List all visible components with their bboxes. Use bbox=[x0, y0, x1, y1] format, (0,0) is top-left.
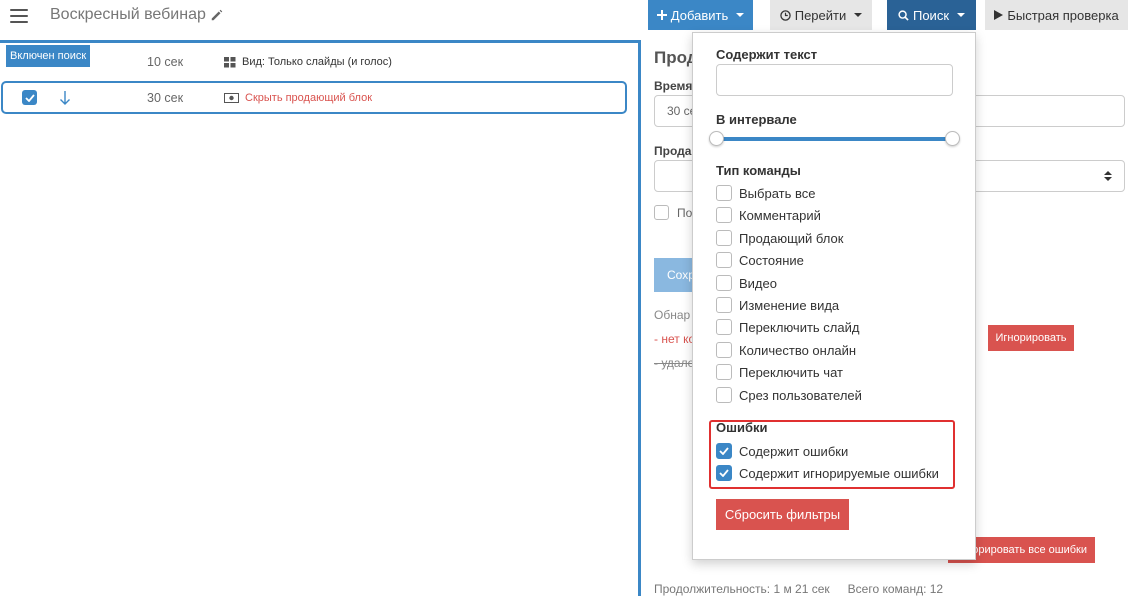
arrow-down-icon[interactable] bbox=[59, 90, 71, 106]
caret-down-icon bbox=[957, 13, 966, 17]
caret-down-icon bbox=[854, 13, 863, 17]
row-command: Скрыть продающий блок bbox=[224, 92, 372, 104]
filter-contains-errors[interactable]: Содержит ошибки bbox=[716, 442, 848, 460]
row-duration: 10 сек bbox=[147, 55, 184, 69]
total-commands-text: Всего команд: 12 bbox=[847, 582, 944, 596]
duration-text: Продолжительность: 1 м 21 сек bbox=[654, 582, 830, 596]
checkbox-checked[interactable] bbox=[716, 465, 732, 481]
filter-sales-block[interactable]: Продающий блок bbox=[716, 229, 843, 247]
filter-contains-ignored-errors[interactable]: Содержит игнорируемые ошибки bbox=[716, 464, 939, 482]
check-icon bbox=[719, 447, 729, 455]
errors-label: Ошибки bbox=[716, 420, 768, 435]
reset-filters-button[interactable]: Сбросить фильтры bbox=[716, 499, 849, 530]
table-row[interactable]: 30 сек Скрыть продающий блок bbox=[1, 81, 627, 114]
row-command: Вид: Только слайды (и голос) bbox=[224, 56, 392, 68]
select-arrows-icon bbox=[1104, 171, 1112, 181]
check-icon bbox=[24, 93, 35, 102]
money-icon bbox=[224, 92, 239, 103]
time-label: Время bbox=[654, 79, 693, 93]
sales-label: Прода bbox=[654, 144, 692, 158]
ignore-button[interactable]: Игнорировать bbox=[988, 325, 1074, 351]
table-row[interactable]: 10 сек Вид: Только слайды (и голос) bbox=[0, 46, 636, 78]
interval-slider[interactable] bbox=[709, 131, 960, 146]
checkbox-checked[interactable] bbox=[716, 443, 732, 459]
slider-start-handle[interactable] bbox=[709, 131, 724, 146]
add-button[interactable]: Добавить bbox=[648, 0, 753, 30]
interval-label: В интервале bbox=[716, 112, 797, 127]
filter-comment[interactable]: Комментарий bbox=[716, 206, 821, 224]
grid-view-icon bbox=[224, 56, 236, 67]
filter-online-count[interactable]: Количество онлайн bbox=[716, 341, 856, 359]
search-icon bbox=[898, 9, 909, 21]
found-text: Обнар bbox=[654, 308, 691, 322]
checkbox[interactable] bbox=[716, 207, 732, 223]
checkbox[interactable] bbox=[716, 297, 732, 313]
contains-text-input[interactable] bbox=[716, 64, 953, 96]
search-button[interactable]: Поиск bbox=[887, 0, 976, 30]
option-checkbox-label: По bbox=[677, 206, 693, 220]
command-list-panel: Включен поиск 10 сек Вид: Только слайды … bbox=[0, 40, 641, 596]
filter-select-all[interactable]: Выбрать все bbox=[716, 184, 815, 202]
contains-text-label: Содержит текст bbox=[716, 47, 818, 62]
goto-button[interactable]: Перейти bbox=[770, 0, 872, 30]
option-checkbox[interactable] bbox=[654, 205, 669, 220]
slider-end-handle[interactable] bbox=[945, 131, 960, 146]
checkbox[interactable] bbox=[716, 252, 732, 268]
filter-video[interactable]: Видео bbox=[716, 274, 777, 292]
checkbox[interactable] bbox=[716, 275, 732, 291]
quick-check-button[interactable]: Быстрая проверка bbox=[985, 0, 1128, 30]
check-icon bbox=[719, 469, 729, 477]
filter-user-slice[interactable]: Срез пользователей bbox=[716, 386, 862, 404]
filter-switch-chat[interactable]: Переключить чат bbox=[716, 363, 843, 381]
page-title[interactable]: Воскресный вебинар bbox=[50, 6, 224, 24]
webinar-title: Воскресный вебинар bbox=[50, 6, 206, 23]
row-checkbox[interactable] bbox=[22, 90, 37, 105]
removed-text: - удале bbox=[654, 356, 695, 370]
checkbox[interactable] bbox=[716, 230, 732, 246]
command-type-label: Тип команды bbox=[716, 163, 801, 178]
row-duration: 30 сек bbox=[147, 90, 184, 105]
plus-icon bbox=[656, 10, 667, 20]
checkbox[interactable] bbox=[716, 364, 732, 380]
filter-switch-slide[interactable]: Переключить слайд bbox=[716, 318, 859, 336]
filter-state[interactable]: Состояние bbox=[716, 251, 804, 269]
clock-icon bbox=[780, 9, 791, 21]
play-icon bbox=[994, 10, 1004, 20]
error-text: - нет ко bbox=[654, 332, 696, 346]
pencil-icon[interactable] bbox=[210, 8, 224, 22]
hamburger-menu-icon[interactable] bbox=[10, 9, 28, 23]
checkbox[interactable] bbox=[716, 185, 732, 201]
caret-down-icon bbox=[736, 13, 745, 17]
checkbox[interactable] bbox=[716, 342, 732, 358]
checkbox[interactable] bbox=[716, 319, 732, 335]
footer-stats: Продолжительность: 1 м 21 сек Всего кома… bbox=[654, 582, 943, 596]
filter-view-change[interactable]: Изменение вида bbox=[716, 296, 839, 314]
search-dropdown: Содержит текст В интервале Тип команды В… bbox=[692, 32, 976, 560]
checkbox[interactable] bbox=[716, 387, 732, 403]
